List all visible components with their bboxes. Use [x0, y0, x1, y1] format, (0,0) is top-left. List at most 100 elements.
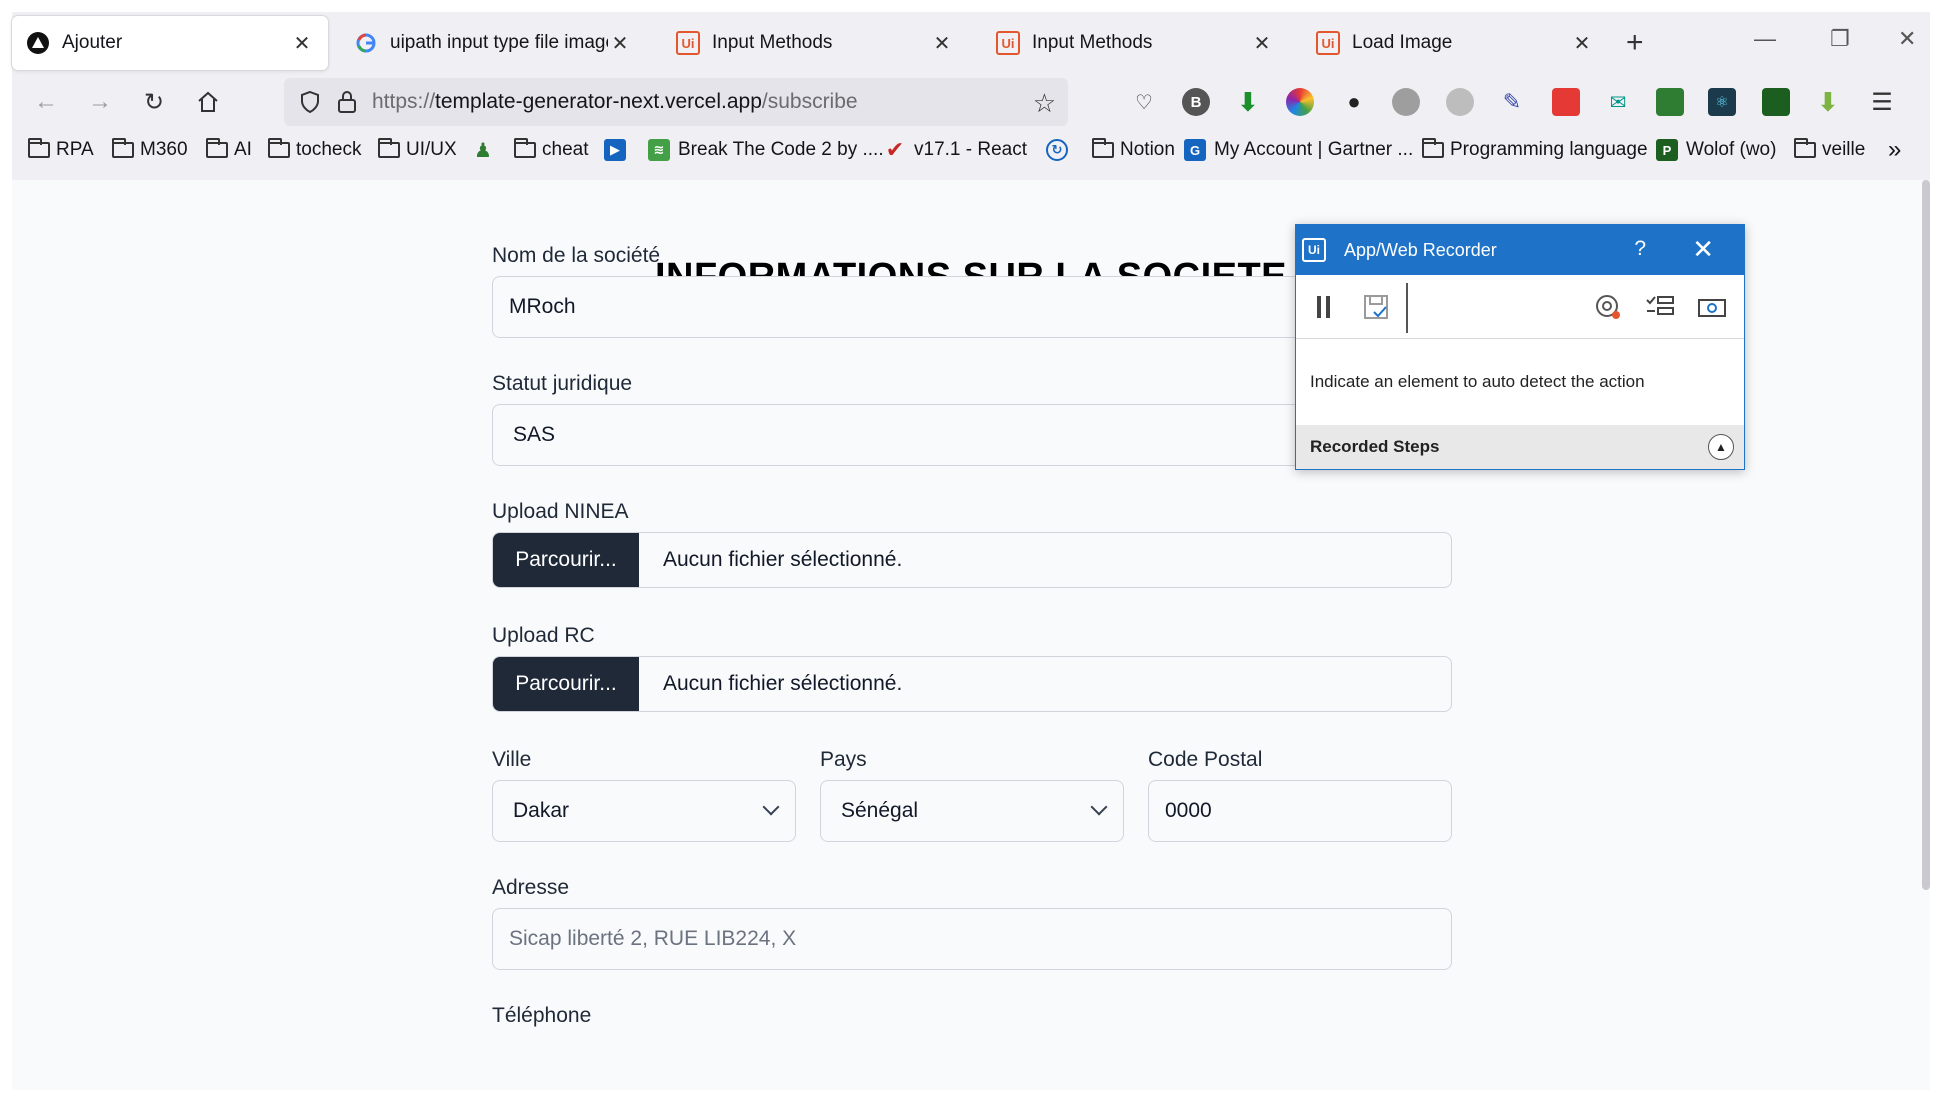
pause-icon[interactable] [1308, 291, 1340, 323]
record-icon[interactable] [1446, 88, 1474, 116]
postal-code-value: 0000 [1165, 799, 1212, 822]
ninea-browse-button[interactable]: Parcourir... [493, 533, 639, 587]
green-extension-icon[interactable] [1656, 88, 1684, 116]
page-scrollbar[interactable] [1922, 180, 1930, 890]
close-tab-icon[interactable]: ✕ [930, 31, 954, 55]
city-select[interactable]: Dakar [492, 780, 796, 842]
steps-list-icon[interactable] [1644, 291, 1676, 323]
ninea-file-status: Aucun fichier sélectionné. [663, 548, 903, 571]
gartner-icon: G [1184, 139, 1206, 161]
screen-capture-icon[interactable] [1696, 291, 1728, 323]
b-extension-icon[interactable]: B [1182, 88, 1210, 116]
city-label: Ville [492, 748, 532, 771]
country-label: Pays [820, 748, 867, 771]
bookmark-folder-m360[interactable]: M360 [112, 136, 188, 164]
folder-icon [206, 138, 228, 158]
folder-icon [378, 138, 400, 158]
bookmark-folder-ai[interactable]: AI [206, 136, 252, 164]
rc-label: Upload RC [492, 624, 595, 647]
company-name-value: MRoch [509, 295, 576, 318]
tab-title: uipath input type file image - [390, 32, 608, 53]
restore-icon[interactable]: ❐ [1830, 26, 1850, 52]
github-icon[interactable] [1392, 88, 1420, 116]
mail-icon[interactable]: ✉ [1604, 88, 1632, 116]
reload-icon[interactable]: ↻ [134, 82, 174, 122]
bookmark-folder-notion[interactable]: Notion [1092, 136, 1175, 164]
url-text[interactable]: https://template-generator-next.vercel.a… [372, 90, 858, 114]
uipath-logo-icon: Ui [1302, 238, 1326, 262]
color-wheel-icon[interactable] [1286, 88, 1314, 116]
folder-icon [1794, 138, 1816, 158]
address-bar[interactable]: https://template-generator-next.vercel.a… [284, 78, 1068, 126]
postal-code-input[interactable]: 0000 [1148, 780, 1452, 842]
help-icon[interactable]: ? [1634, 237, 1646, 261]
eyedropper-icon[interactable]: ✎ [1498, 88, 1526, 116]
close-tab-icon[interactable]: ✕ [608, 31, 632, 55]
notification-extension-icon[interactable] [1762, 88, 1790, 116]
lock-icon[interactable] [336, 90, 358, 119]
ublock-icon[interactable] [1552, 88, 1580, 116]
react-devtools-icon[interactable]: ⚛ [1708, 88, 1736, 116]
target-icon[interactable] [1592, 291, 1624, 323]
shield-icon[interactable] [298, 90, 322, 119]
chevron-up-icon[interactable]: ▲ [1708, 434, 1734, 460]
tab-input-methods-1[interactable]: Ui Input Methods ✕ [662, 16, 968, 70]
download-arrow-icon[interactable]: ⬇ [1234, 87, 1262, 117]
save-icon[interactable] [1360, 291, 1392, 323]
window-close-icon[interactable]: ✕ [1898, 26, 1916, 52]
ninea-file-input[interactable]: Parcourir... Aucun fichier sélectionné. [492, 532, 1452, 588]
legal-status-value: SAS [513, 423, 556, 446]
tab-title: Ajouter [62, 32, 123, 53]
bookmark-folder-uiux[interactable]: UI/UX [378, 136, 457, 164]
legal-status-label: Statut juridique [492, 372, 633, 395]
bookmark-break-the-code[interactable]: ≋ Break The Code 2 by .... [648, 136, 884, 164]
tab-load-image[interactable]: Ui Load Image ✕ [1302, 16, 1608, 70]
pocket-icon[interactable]: ♡ [1130, 88, 1158, 116]
more-bookmarks-icon[interactable]: » [1888, 136, 1901, 164]
country-select[interactable]: Sénégal [820, 780, 1124, 842]
address-input[interactable]: Sicap liberté 2, RUE LIB224, X [492, 908, 1452, 970]
minimize-icon[interactable]: — [1754, 26, 1776, 52]
folder-icon [1092, 138, 1114, 158]
recorded-steps-label: Recorded Steps [1310, 437, 1440, 456]
recorder-message: Indicate an element to auto detect the a… [1310, 372, 1645, 391]
new-tab-icon[interactable]: + [1626, 26, 1644, 60]
rc-file-input[interactable]: Parcourir... Aucun fichier sélectionné. [492, 656, 1452, 712]
close-tab-icon[interactable]: ✕ [1570, 31, 1594, 55]
bookmarks-bar: RPA M360 AI tocheck UI/UX ♟ cheat ▶ ≋ Bre… [12, 130, 1930, 170]
close-tab-icon[interactable]: ✕ [1250, 31, 1274, 55]
green-download-icon[interactable]: ⬇ [1814, 87, 1842, 117]
bookmark-folder-cheat[interactable]: cheat [514, 136, 588, 164]
recorder-close-icon[interactable]: ✕ [1692, 234, 1714, 265]
tab-input-methods-2[interactable]: Ui Input Methods ✕ [982, 16, 1288, 70]
bookmark-react[interactable]: ✔ v17.1 - React [884, 136, 1027, 164]
bookmark-folder-programming[interactable]: Programming language [1422, 136, 1648, 164]
chevron-down-icon [1090, 798, 1108, 816]
forward-icon[interactable]: → [80, 82, 120, 122]
menu-icon[interactable]: ☰ [1868, 88, 1896, 116]
home-icon[interactable] [188, 82, 228, 122]
uipath-icon: Ui [996, 31, 1020, 55]
bookmark-star-icon[interactable]: ☆ [1033, 88, 1056, 119]
bookmark-gartner[interactable]: G My Account | Gartner ... [1184, 136, 1413, 164]
google-icon [354, 31, 378, 55]
rc-browse-button[interactable]: Parcourir... [493, 657, 639, 711]
bookmark-folder-rpa[interactable]: RPA [28, 136, 94, 164]
bookmark-sync[interactable]: ↻ [1046, 136, 1076, 164]
browser-chrome: Ajouter ✕ uipath input type file image -… [12, 12, 1930, 180]
back-icon[interactable]: ← [26, 82, 66, 122]
tab-ajouter[interactable]: Ajouter ✕ [12, 16, 328, 70]
phone-label: Téléphone [492, 1004, 592, 1027]
bookmark-folder-tocheck[interactable]: tocheck [268, 136, 361, 164]
bookmark-video[interactable]: ▶ [604, 136, 634, 164]
bookmark-folder-veille[interactable]: veille [1794, 136, 1865, 164]
tab-uipath-search[interactable]: uipath input type file image - ✕ [340, 16, 646, 70]
binoculars-icon[interactable]: ● [1340, 88, 1368, 116]
close-tab-icon[interactable]: ✕ [290, 31, 314, 55]
sync-icon: ↻ [1046, 139, 1068, 161]
recorder-toolbar [1296, 275, 1744, 339]
bookmark-person[interactable]: ♟ [472, 136, 502, 164]
recorded-steps-header[interactable]: Recorded Steps ▲ [1296, 425, 1744, 469]
postal-code-label: Code Postal [1148, 748, 1263, 771]
bookmark-wolof[interactable]: P Wolof (wo) [1656, 136, 1776, 164]
